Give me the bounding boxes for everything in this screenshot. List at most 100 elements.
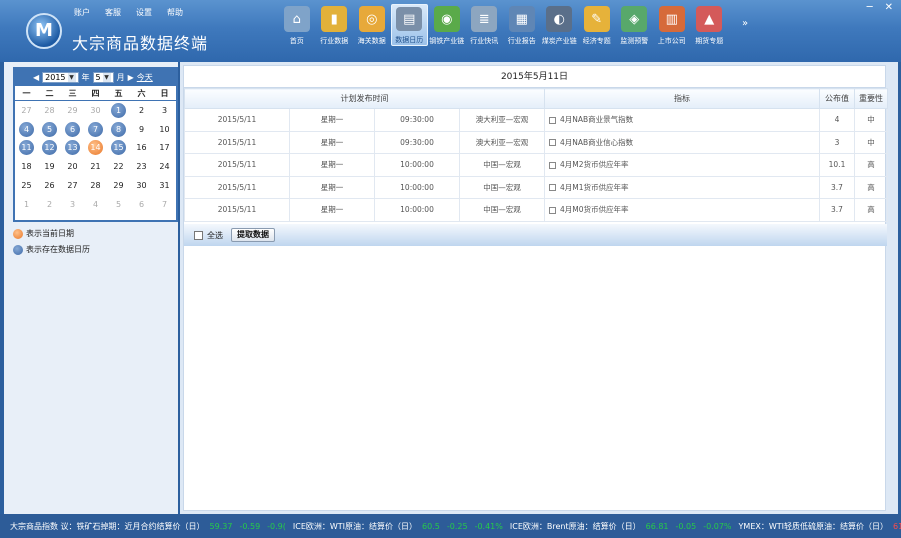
select-all-checkbox[interactable] bbox=[194, 230, 203, 240]
toolbar-more-icon[interactable]: » bbox=[742, 18, 748, 29]
year-suffix: 年 bbox=[81, 73, 90, 82]
calendar-day[interactable]: 12 bbox=[38, 139, 61, 158]
indicator-checkbox[interactable] bbox=[549, 184, 556, 192]
indicator-checkbox[interactable] bbox=[549, 206, 556, 214]
calendar-day-number: 10 bbox=[159, 124, 170, 134]
calendar-day[interactable]: 18 bbox=[15, 157, 38, 176]
calendar-day[interactable]: 15 bbox=[107, 139, 130, 158]
calendar-day[interactable]: 24 bbox=[153, 157, 176, 176]
calendar-day[interactable]: 4 bbox=[15, 120, 38, 139]
calendar-day[interactable]: 17 bbox=[153, 139, 176, 158]
toolbar-item[interactable]: ▮ 行业数据 bbox=[316, 4, 354, 46]
toolbar-item[interactable]: ◎ 海关数据 bbox=[353, 4, 391, 46]
menu-service[interactable]: 客服 bbox=[105, 7, 121, 18]
toolbar-item[interactable]: ✎ 经济专题 bbox=[578, 4, 616, 46]
next-month-icon[interactable]: ▶ bbox=[128, 73, 134, 82]
calendar-day[interactable]: 23 bbox=[130, 157, 153, 176]
weekday-label: 二 bbox=[45, 88, 54, 98]
calendar-day[interactable]: 2 bbox=[38, 195, 61, 214]
calendar-day[interactable]: 3 bbox=[153, 101, 176, 120]
calendar-day[interactable]: 20 bbox=[61, 157, 84, 176]
calendar-day[interactable]: 16 bbox=[130, 139, 153, 158]
cell-date: 2015/5/11 bbox=[184, 175, 290, 199]
today-link[interactable]: 今天 bbox=[137, 72, 153, 83]
fetch-data-button[interactable]: 提取数据 bbox=[231, 228, 275, 242]
calendar-day[interactable]: 1 bbox=[15, 195, 38, 214]
ticker-item: 大宗商品指数 议：铁矿石掉期：近月合约结算价（日） bbox=[10, 521, 205, 531]
minimize-icon[interactable]: ─ bbox=[867, 2, 873, 13]
calendar-day-number: 13 bbox=[65, 140, 80, 156]
calendar-day[interactable]: 30 bbox=[84, 101, 107, 120]
calendar-day[interactable]: 2 bbox=[130, 101, 153, 120]
table-row: 2015/5/11 星期一 09:30:00 澳大利亚—宏观 4月NAB商业信心指数 3 中 bbox=[184, 130, 888, 154]
calendar-day[interactable]: 6 bbox=[130, 195, 153, 214]
calendar-day[interactable]: 28 bbox=[84, 176, 107, 195]
year-select[interactable]: 2015 ▼ bbox=[42, 72, 79, 83]
close-icon[interactable]: ✕ bbox=[885, 2, 893, 13]
cell-date: 2015/5/11 bbox=[184, 130, 290, 154]
prev-month-icon[interactable]: ◀ bbox=[33, 73, 39, 82]
calendar-day[interactable]: 21 bbox=[84, 157, 107, 176]
calendar-day[interactable]: 3 bbox=[61, 195, 84, 214]
toolbar-item[interactable]: ▦ 行业报告 bbox=[503, 4, 541, 46]
calendar-day[interactable]: 1 bbox=[107, 101, 130, 120]
ticker-item: 61.74 bbox=[893, 521, 901, 531]
menu-settings[interactable]: 设置 bbox=[136, 7, 152, 18]
blue-dot-icon bbox=[13, 244, 23, 255]
calendar-day[interactable]: 31 bbox=[153, 176, 176, 195]
calendar-day[interactable]: 26 bbox=[38, 176, 61, 195]
calendar-day[interactable]: 8 bbox=[107, 120, 130, 139]
calendar-day-number: 28 bbox=[44, 105, 55, 115]
calendar-day[interactable]: 4 bbox=[84, 195, 107, 214]
col-value: 公布值 bbox=[819, 88, 855, 109]
month-select[interactable]: 5 ▼ bbox=[92, 72, 114, 83]
toolbar-item[interactable]: ⌂ 首页 bbox=[278, 4, 316, 46]
menu-help[interactable]: 帮助 bbox=[167, 7, 183, 18]
calendar-day[interactable]: 7 bbox=[84, 120, 107, 139]
select-all-label[interactable]: 全选 bbox=[207, 230, 223, 241]
calendar-day[interactable]: 10 bbox=[153, 120, 176, 139]
legend-has-data: 表示存在数据日历 bbox=[13, 244, 90, 255]
calendar-day[interactable]: 5 bbox=[107, 195, 130, 214]
calendar-day[interactable]: 27 bbox=[61, 176, 84, 195]
toolbar-item-label: 钢铁产业链 bbox=[429, 37, 465, 45]
indicator-checkbox[interactable] bbox=[549, 116, 556, 124]
indicator-checkbox[interactable] bbox=[549, 161, 556, 169]
toolbar-item-label: 海关数据 bbox=[357, 37, 386, 45]
legend-current-date: 表示当前日期 bbox=[13, 228, 90, 239]
toolbar-item[interactable]: ▲ 期货专题 bbox=[691, 4, 729, 46]
menu-account[interactable]: 账户 bbox=[74, 7, 90, 18]
calendar-day[interactable]: 27 bbox=[15, 101, 38, 120]
calendar-day[interactable]: 29 bbox=[61, 101, 84, 120]
toolbar-item[interactable]: ≣ 行业快讯 bbox=[466, 4, 504, 46]
calendar-day[interactable]: 14 bbox=[84, 139, 107, 158]
calendar-day[interactable]: 28 bbox=[38, 101, 61, 120]
calendar-day[interactable]: 6 bbox=[61, 120, 84, 139]
coal-icon: ◐ bbox=[546, 6, 573, 32]
calendar-day[interactable]: 22 bbox=[107, 157, 130, 176]
calendar-day[interactable]: 29 bbox=[107, 176, 130, 195]
chevron-down-icon: ▼ bbox=[102, 73, 111, 82]
calendar-day[interactable]: 13 bbox=[61, 139, 84, 158]
toolbar-item[interactable]: ◉ 钢铁产业链 bbox=[428, 4, 466, 46]
calendar-day[interactable]: 30 bbox=[130, 176, 153, 195]
ticker-item: -0.9( bbox=[267, 521, 286, 531]
calendar-day[interactable]: 7 bbox=[153, 195, 176, 214]
calendar-content: 2015年5月11日 计划发布时间 指标 公布值 重要性 2015/5/11 星期… bbox=[183, 65, 888, 511]
table-row: 2015/5/11 星期一 09:30:00 澳大利亚—宏观 4月NAB商业景气指数 4 中 bbox=[184, 108, 888, 132]
calendar-day[interactable]: 19 bbox=[38, 157, 61, 176]
calendar-days: 27 28 29 30 1 2 3 4 5 6 7 8 9 10 11 12 13 14 15 16 17 18 19 20 2… bbox=[15, 101, 176, 214]
calendar-day[interactable]: 25 bbox=[15, 176, 38, 195]
orange-dot-icon bbox=[13, 228, 23, 239]
toolbar-item[interactable]: ▤ 数据日历 bbox=[390, 4, 428, 46]
toolbar-item[interactable]: ▥ 上市公司 bbox=[653, 4, 691, 46]
toolbar-item[interactable]: ◐ 煤炭产业链 bbox=[541, 4, 579, 46]
calendar-day-number: 4 bbox=[92, 199, 99, 209]
indicator-checkbox[interactable] bbox=[549, 139, 556, 147]
calendar-day[interactable]: 9 bbox=[130, 120, 153, 139]
calendar-day[interactable]: 11 bbox=[15, 139, 38, 158]
calendar-day[interactable]: 5 bbox=[38, 120, 61, 139]
weekday-label: 五 bbox=[114, 88, 123, 98]
weekday-header: 一二三四五六日 bbox=[15, 86, 176, 101]
toolbar-item[interactable]: ◈ 监测预警 bbox=[616, 4, 654, 46]
